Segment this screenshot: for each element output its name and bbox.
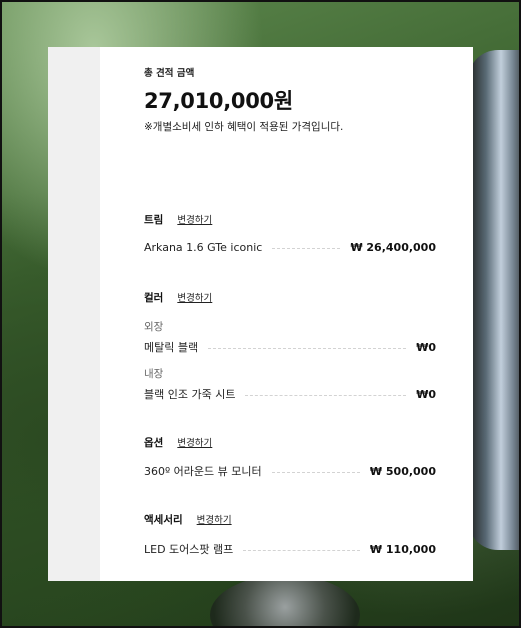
background-headlight bbox=[468, 50, 521, 550]
total-price: 27,010,000원 bbox=[144, 89, 293, 113]
card-side-stripe bbox=[48, 47, 100, 581]
option-price: ₩ 500,000 bbox=[369, 464, 436, 478]
accessory-section-header: 액세서리 변경하기 bbox=[144, 512, 232, 527]
accessory-price: ₩ 110,000 bbox=[369, 542, 436, 556]
option-row: 360º 어라운드 뷰 모니터 ₩ 500,000 bbox=[144, 463, 436, 479]
exterior-row: 메탈릭 블랙 ₩0 bbox=[144, 339, 436, 355]
tax-note: ※개별소비세 인하 혜택이 적용된 가격입니다. bbox=[144, 121, 344, 133]
dotted-leader bbox=[245, 394, 407, 396]
quote-summary-card: 총 견적 금액 27,010,000원 ※개별소비세 인하 혜택이 적용된 가격… bbox=[48, 47, 473, 581]
accessory-change-link[interactable]: 변경하기 bbox=[197, 512, 232, 526]
dotted-leader bbox=[243, 549, 360, 551]
interior-label: 내장 bbox=[144, 368, 164, 380]
color-section-header: 컬러 변경하기 bbox=[144, 290, 212, 305]
option-section-header: 옵션 변경하기 bbox=[144, 435, 212, 450]
option-name: 360º 어라운드 뷰 모니터 bbox=[144, 465, 262, 478]
dotted-leader bbox=[271, 471, 360, 473]
trim-row: Arkana 1.6 GTe iconic ₩ 26,400,000 bbox=[144, 241, 436, 254]
trim-section-header: 트림 변경하기 bbox=[144, 212, 212, 227]
trim-change-link[interactable]: 변경하기 bbox=[177, 212, 212, 226]
option-change-link[interactable]: 변경하기 bbox=[177, 435, 212, 449]
dotted-leader bbox=[272, 248, 341, 249]
trim-title: 트림 bbox=[144, 214, 164, 226]
exterior-color-price: ₩0 bbox=[416, 340, 436, 354]
exterior-color-name: 메탈릭 블랙 bbox=[144, 341, 199, 354]
interior-color-name: 블랙 인조 가죽 시트 bbox=[144, 388, 236, 401]
dotted-leader bbox=[208, 347, 407, 349]
trim-price: ₩ 26,400,000 bbox=[350, 241, 436, 254]
total-price-label: 총 견적 금액 bbox=[144, 68, 195, 79]
accessory-name: LED 도어스팟 램프 bbox=[144, 543, 234, 556]
accessory-title: 액세서리 bbox=[144, 514, 183, 526]
color-change-link[interactable]: 변경하기 bbox=[177, 290, 212, 304]
color-title: 컬러 bbox=[144, 292, 164, 304]
option-title: 옵션 bbox=[144, 437, 164, 449]
interior-color-price: ₩0 bbox=[416, 387, 436, 401]
trim-name: Arkana 1.6 GTe iconic bbox=[144, 241, 263, 254]
exterior-label: 외장 bbox=[144, 321, 164, 333]
accessory-row: LED 도어스팟 램프 ₩ 110,000 bbox=[144, 541, 436, 557]
interior-row: 블랙 인조 가죽 시트 ₩0 bbox=[144, 386, 436, 402]
